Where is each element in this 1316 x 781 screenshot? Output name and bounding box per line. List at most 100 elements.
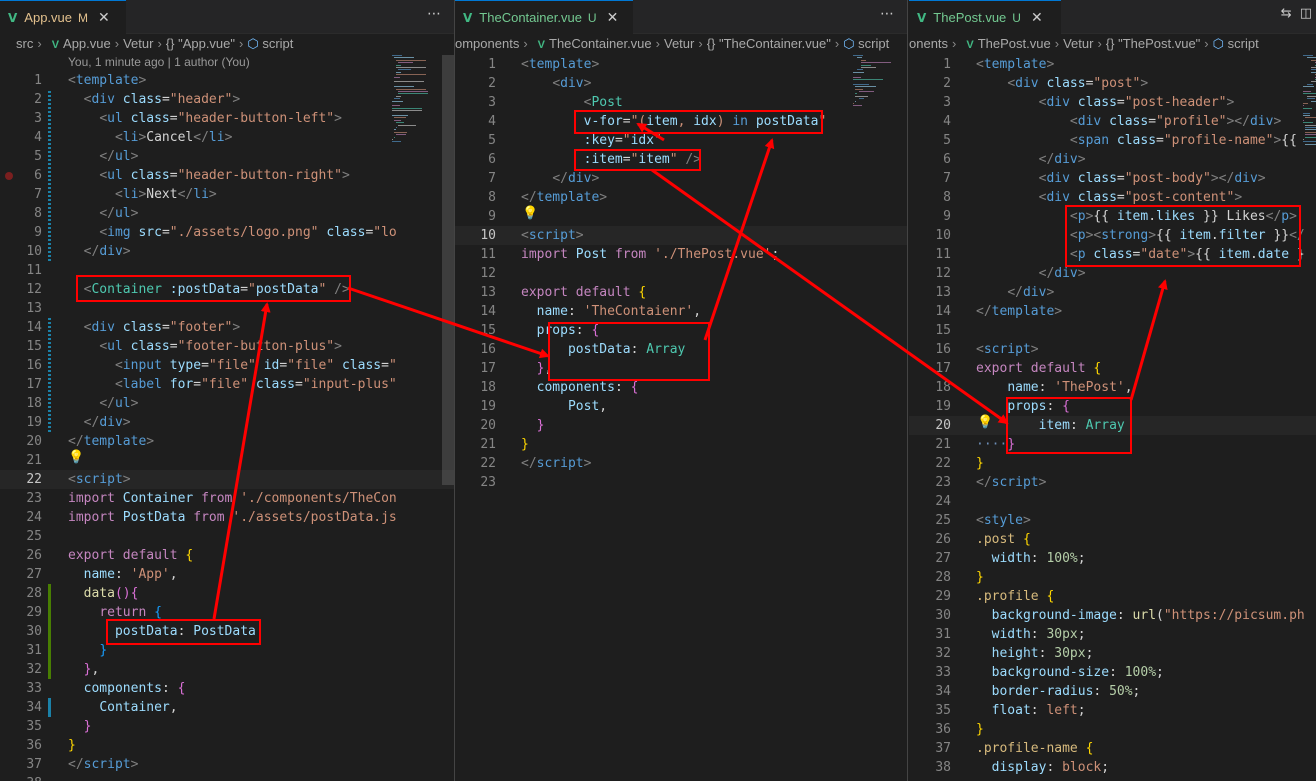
code-line[interactable]: 18 </ul> [0, 394, 454, 413]
code-line[interactable]: 21} [455, 435, 907, 454]
code-line[interactable]: 19 </div> [0, 413, 454, 432]
code-line[interactable]: 28 data(){ [0, 584, 454, 603]
split-divider[interactable] [907, 0, 908, 781]
breadcrumb-item[interactable]: ThePost.vue [978, 36, 1051, 51]
code-line[interactable]: 16 <input type="file" id="file" class=" [0, 356, 454, 375]
code-line[interactable]: 31 width: 30px; [909, 625, 1316, 644]
code-line[interactable]: 7 <li>Next</li> [0, 185, 454, 204]
breadcrumb-item[interactable]: {} "ThePost.vue" [1106, 36, 1201, 51]
code-line[interactable]: 2 <div class="header"> [0, 90, 454, 109]
code-line[interactable]: 38 display: block; [909, 758, 1316, 777]
compare-icon[interactable]: ⇆ [1281, 6, 1292, 21]
breadcrumb-item[interactable]: script [262, 36, 293, 51]
code-line[interactable]: 1 <template> [455, 55, 907, 74]
code-line[interactable]: 14 <div class="footer"> [0, 318, 454, 337]
code-line[interactable]: 3 <div class="post-header"> [909, 93, 1316, 112]
minimap[interactable] [1303, 55, 1316, 155]
code-line[interactable]: 22 </script> [455, 454, 907, 473]
breadcrumb-item[interactable]: onents [909, 36, 948, 51]
code-line[interactable]: 36} [0, 736, 454, 755]
code-line[interactable]: 32 }, [0, 660, 454, 679]
code-line[interactable]: 14 </template> [909, 302, 1316, 321]
tab-thecontainer-vue[interactable]: V TheContainer.vue U ✕ [455, 0, 633, 34]
code-line[interactable]: 27 name: 'App', [0, 565, 454, 584]
code-line[interactable]: 8 </template> [455, 188, 907, 207]
breadcrumb-item[interactable]: Vetur [1063, 36, 1093, 51]
code-line[interactable]: 29 .profile { [909, 587, 1316, 606]
code-line[interactable]: 23 </script> [909, 473, 1316, 492]
breadcrumb-item[interactable]: Vetur [664, 36, 694, 51]
code-line[interactable]: 33 components: { [0, 679, 454, 698]
code-line[interactable]: 1 <template> [909, 55, 1316, 74]
breadcrumb-item[interactable]: App.vue [63, 36, 111, 51]
code-line[interactable]: 34 border-radius: 50%; [909, 682, 1316, 701]
code-line[interactable]: 20 </template> [0, 432, 454, 451]
scrollbar[interactable] [442, 55, 454, 485]
code-line[interactable]: 25 <style> [909, 511, 1316, 530]
code-line[interactable]: 2 <div> [455, 74, 907, 93]
code-line[interactable]: 24 import PostData from './assets/postDat… [0, 508, 454, 527]
code-line[interactable]: 30 background-image: url("https://picsum… [909, 606, 1316, 625]
code-line[interactable]: 11 import Post from './ThePost.vue'; [455, 245, 907, 264]
breadcrumb-item[interactable]: omponents [455, 36, 519, 51]
breadcrumb-item[interactable]: {} "App.vue" [166, 36, 235, 51]
lightbulb-icon[interactable]: 💡 [68, 450, 84, 465]
code-line[interactable]: 4 <div class="profile"></div> [909, 112, 1316, 131]
code-line[interactable]: 14 name: 'TheContaienr', [455, 302, 907, 321]
breadcrumb-item[interactable]: src [16, 36, 33, 51]
code-line[interactable]: 19 Post, [455, 397, 907, 416]
close-icon[interactable]: ✕ [1031, 9, 1043, 26]
code-line[interactable]: 17 <label for="file" class="input-plus" [0, 375, 454, 394]
breadcrumb-item[interactable]: {} "TheContainer.vue" [707, 36, 831, 51]
code-line[interactable]: 10 <script> [455, 226, 907, 245]
code-line[interactable]: 15 <ul class="footer-button-plus"> [0, 337, 454, 356]
minimap[interactable] [853, 55, 893, 155]
code-line[interactable]: 18 name: 'ThePost', [909, 378, 1316, 397]
code-line[interactable]: 22 <script> [0, 470, 454, 489]
code-line[interactable]: 33 background-size: 100%; [909, 663, 1316, 682]
code-line[interactable]: 2 <div class="post"> [909, 74, 1316, 93]
code-line[interactable]: 8 </ul> [0, 204, 454, 223]
code-line[interactable]: 27 width: 100%; [909, 549, 1316, 568]
split-editor-icon[interactable]: ◫ [1300, 6, 1312, 21]
code-line[interactable]: 5 <span class="profile-name">{{ [909, 131, 1316, 150]
code-line[interactable]: 26 .post { [909, 530, 1316, 549]
code-line[interactable]: 15 [909, 321, 1316, 340]
code-line[interactable]: 37 </script> [0, 755, 454, 774]
lightbulb-icon[interactable]: 💡 [977, 415, 993, 430]
code-line[interactable]: 13 </div> [909, 283, 1316, 302]
code-line[interactable]: 23 [455, 473, 907, 492]
minimap[interactable] [392, 55, 432, 155]
codelens-blame[interactable]: You, 1 minute ago | 1 author (You) [68, 55, 250, 69]
code-line[interactable]: 12 [455, 264, 907, 283]
code-line[interactable]: 34 Container, [0, 698, 454, 717]
lightbulb-icon[interactable]: 💡 [522, 206, 538, 221]
close-icon[interactable]: ✕ [607, 9, 619, 26]
breadcrumb-item[interactable]: script [858, 36, 889, 51]
breadcrumb-item[interactable]: TheContainer.vue [549, 36, 652, 51]
code-line[interactable]: 23 import Container from './components/Th… [0, 489, 454, 508]
code-line[interactable]: 1 <template> [0, 71, 454, 90]
breadcrumb-item[interactable]: script [1228, 36, 1259, 51]
code-line[interactable]: 4 <li>Cancel</li> [0, 128, 454, 147]
code-line[interactable]: 26 export default { [0, 546, 454, 565]
code-line[interactable]: 35 } [0, 717, 454, 736]
code-line[interactable]: 3 <ul class="header-button-left"> [0, 109, 454, 128]
breadcrumb-item[interactable]: Vetur [123, 36, 153, 51]
code-line[interactable]: 35 float: left; [909, 701, 1316, 720]
close-icon[interactable]: ✕ [98, 9, 110, 26]
code-line[interactable]: 9 <img src="./assets/logo.png" class="lo [0, 223, 454, 242]
code-line[interactable]: 13 export default { [455, 283, 907, 302]
code-line[interactable]: 5 </ul> [0, 147, 454, 166]
code-line[interactable]: 20 } [455, 416, 907, 435]
breakpoint-icon[interactable] [5, 172, 13, 180]
code-line[interactable]: 7 </div> [455, 169, 907, 188]
code-line[interactable]: 10 </div> [0, 242, 454, 261]
code-line[interactable]: 32 height: 30px; [909, 644, 1316, 663]
more-actions-icon[interactable]: ⋯ [880, 6, 895, 22]
more-actions-icon[interactable]: ⋯ [427, 6, 442, 22]
code-line[interactable]: 37 .profile-name { [909, 739, 1316, 758]
code-line[interactable]: 7 <div class="post-body"></div> [909, 169, 1316, 188]
code-line[interactable]: 28} [909, 568, 1316, 587]
code-line[interactable]: 16 <script> [909, 340, 1316, 359]
